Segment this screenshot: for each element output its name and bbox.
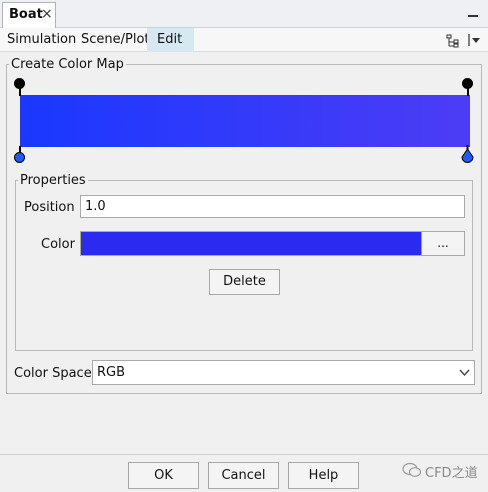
title-bar: Boat × bbox=[0, 0, 488, 28]
color-browse-button[interactable]: ... bbox=[421, 231, 465, 256]
color-space-label: Color Space bbox=[14, 366, 92, 381]
delete-button-label: Delete bbox=[223, 274, 266, 289]
help-button-label: Help bbox=[308, 468, 339, 483]
minimize-icon[interactable] bbox=[468, 15, 478, 17]
color-map-group-title: Create Color Map bbox=[11, 57, 124, 72]
color-space-value: RGB bbox=[97, 365, 126, 380]
menu-scene-plot[interactable]: Scene/Plot bbox=[76, 28, 155, 52]
dropdown-menu-icon[interactable] bbox=[467, 33, 481, 47]
color-swatch[interactable] bbox=[80, 231, 422, 256]
menu-bar: Simulation Scene/Plot Edit bbox=[0, 28, 488, 52]
color-label: Color bbox=[41, 237, 75, 252]
position-label: Position bbox=[24, 200, 75, 215]
color-space-select[interactable]: RGB bbox=[92, 360, 475, 385]
opacity-stop-right[interactable] bbox=[462, 78, 473, 89]
tab-title: Boat bbox=[9, 7, 43, 22]
tree-view-icon[interactable] bbox=[446, 34, 460, 48]
chevron-down-icon bbox=[459, 369, 470, 377]
close-icon[interactable]: × bbox=[41, 6, 53, 22]
watermark-text: CFD之道 bbox=[425, 466, 478, 481]
opacity-stop-left[interactable] bbox=[14, 78, 25, 89]
cancel-button-label: Cancel bbox=[221, 468, 266, 483]
menu-simulation[interactable]: Simulation bbox=[2, 28, 81, 52]
properties-group-title: Properties bbox=[20, 173, 86, 188]
menu-edit[interactable]: Edit bbox=[147, 28, 194, 52]
ok-button-label: OK bbox=[154, 468, 173, 483]
color-stop-left[interactable] bbox=[14, 152, 25, 163]
color-browse-label: ... bbox=[437, 236, 449, 250]
help-button[interactable]: Help bbox=[288, 462, 359, 489]
tab-boat[interactable]: Boat × bbox=[2, 2, 56, 28]
delete-button[interactable]: Delete bbox=[209, 269, 280, 295]
wechat-icon bbox=[402, 462, 422, 477]
position-value: 1.0 bbox=[85, 199, 106, 214]
position-input[interactable]: 1.0 bbox=[80, 195, 465, 218]
color-gradient-bar[interactable] bbox=[20, 95, 470, 147]
ok-button[interactable]: OK bbox=[128, 462, 199, 489]
color-stop-right-selected[interactable] bbox=[461, 145, 474, 165]
cancel-button[interactable]: Cancel bbox=[208, 462, 279, 489]
